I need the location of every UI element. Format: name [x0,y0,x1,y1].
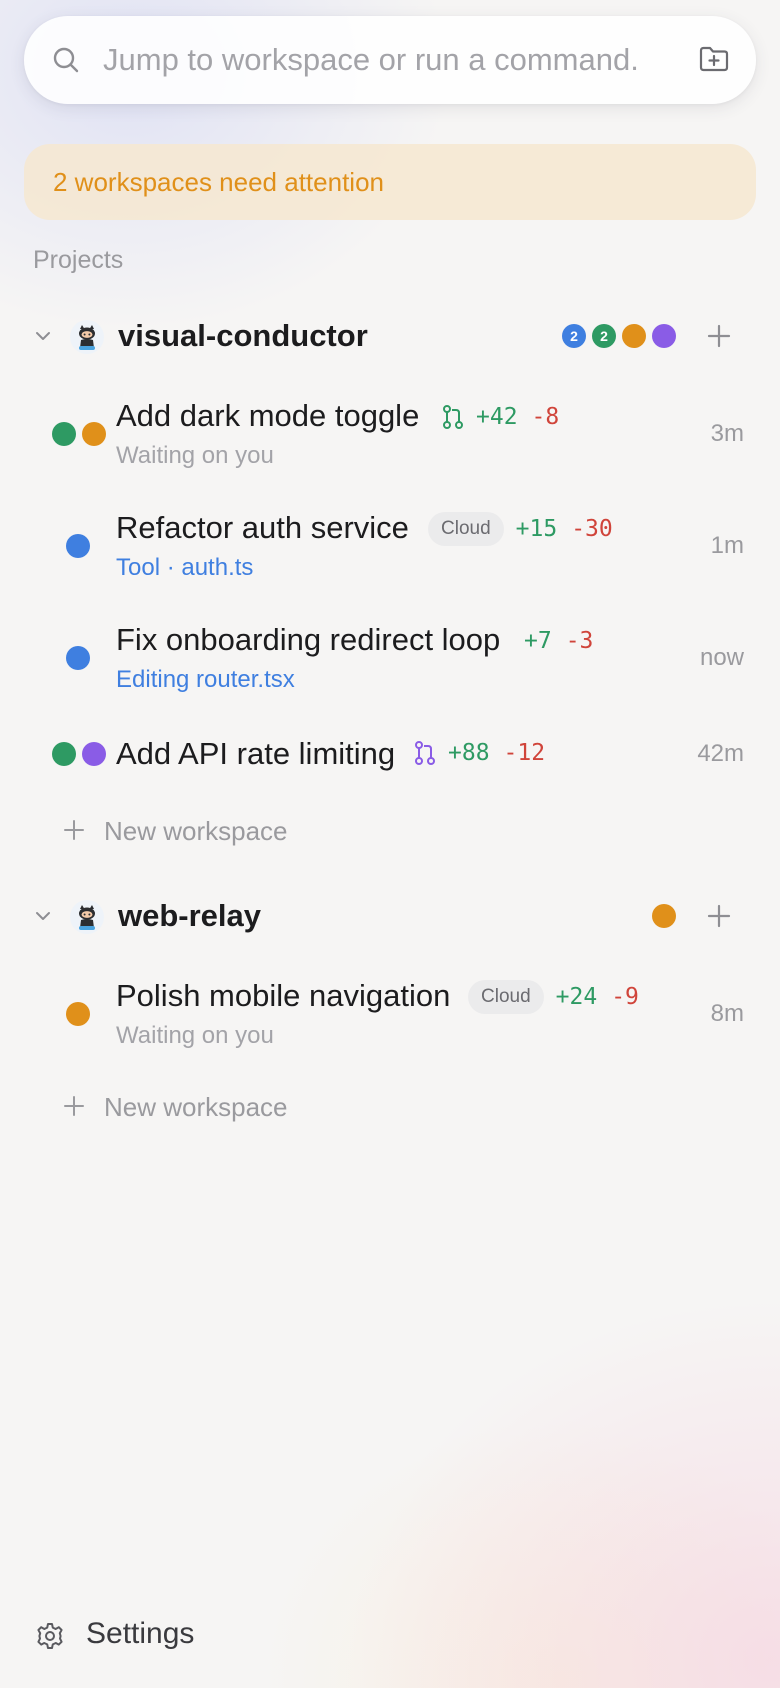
status-dot-purple [82,742,106,766]
workspace-activity-text: Tool · auth.ts [116,554,254,581]
settings-label: Settings [86,1617,195,1650]
new-workspace-label: New workspace [104,816,288,846]
workspace-title: Refactor auth service [116,510,409,545]
chevron-down-icon[interactable] [34,907,52,930]
cloud-tag: Cloud [468,980,544,1014]
project-header-web-relay[interactable]: web-relay [0,886,780,946]
workspace-activity-text: Editing router.tsx [116,666,295,693]
attention-banner[interactable]: 2 workspaces need attention [24,144,756,220]
workspace-time: now [699,644,744,671]
deletions-count: -30 [571,516,613,542]
status-badge-purple [652,324,676,348]
deletions-count: -9 [611,984,639,1010]
status-dot-blue [66,646,90,670]
pull-request-icon [414,740,436,766]
workspace-row[interactable]: Add API rate limiting +88 -12 42m [0,730,780,780]
workspace-diff-stats: +42 -8 [442,404,559,430]
workspace-time: 42m [697,740,744,767]
settings-button[interactable]: Settings [36,1610,236,1658]
add-workspace-icon[interactable] [706,903,732,934]
gear-icon [36,1622,64,1655]
deletions-count: -3 [565,628,594,654]
workspace-row[interactable]: Refactor auth service Cloud +15 -30 Tool… [0,506,780,586]
github-octocat-icon [70,320,104,354]
workspace-status-text: Waiting on you [116,1022,274,1049]
additions-count: +88 [448,740,490,766]
workspace-title: Fix onboarding redirect loop [116,622,501,657]
workspace-diff-stats: +88 -12 [414,740,545,766]
plus-icon [62,1094,86,1123]
new-workspace-button[interactable]: New workspace [0,806,780,856]
additions-count: +24 [555,984,598,1010]
deletions-count: -8 [531,404,560,430]
pull-request-icon [442,404,464,430]
new-workspace-label: New workspace [104,1092,288,1122]
workspace-row[interactable]: Polish mobile navigation Cloud +24 -9 Wa… [0,974,780,1054]
projects-section-label: Projects [33,246,124,274]
cloud-tag: Cloud [428,512,504,546]
project-name[interactable]: visual-conductor [118,306,368,366]
workspace-row[interactable]: Fix onboarding redirect loop +7 -3 Editi… [0,618,780,698]
additions-count: +42 [476,404,518,430]
project-name[interactable]: web-relay [118,886,261,946]
status-dot-green [52,422,76,446]
workspace-time: 1m [710,532,744,559]
deletions-count: -12 [503,740,546,766]
status-dot-orange [66,1002,90,1026]
workspace-title: Add API rate limiting [116,736,396,771]
workspace-title: Polish mobile navigation [116,978,451,1013]
additions-count: +15 [515,516,558,542]
status-dot-orange [82,422,106,446]
plus-icon [62,818,86,847]
status-badge-orange [622,324,646,348]
workspace-time: 3m [710,420,744,447]
folder-plus-icon[interactable] [698,44,730,79]
command-search-bar[interactable]: Jump to workspace or run a command. [24,16,756,104]
workspace-time: 8m [710,1000,744,1027]
status-badge-blue: 2 [562,324,586,348]
workspace-diff-stats: Cloud +24 -9 [468,980,639,1014]
status-dot-green [52,742,76,766]
status-badge-green: 2 [592,324,616,348]
workspace-status-text: Waiting on you [116,442,274,469]
chevron-down-icon[interactable] [34,327,52,350]
workspace-diff-stats: Cloud +15 -30 [428,512,613,546]
add-workspace-icon[interactable] [706,323,732,354]
workspace-row[interactable]: Add dark mode toggle +42 -8 Waiting on y… [0,394,780,474]
search-icon [52,46,80,74]
project-header-visual-conductor[interactable]: visual-conductor 2 2 [0,306,780,366]
status-dot-blue [66,534,90,558]
search-input[interactable]: Jump to workspace or run a command. [103,16,639,104]
github-octocat-icon [70,900,104,934]
workspace-title: Add dark mode toggle [116,398,420,433]
status-badge-orange [652,904,676,928]
additions-count: +7 [524,628,552,654]
workspace-diff-stats: +7 -3 [524,628,593,654]
new-workspace-button[interactable]: New workspace [0,1082,780,1132]
